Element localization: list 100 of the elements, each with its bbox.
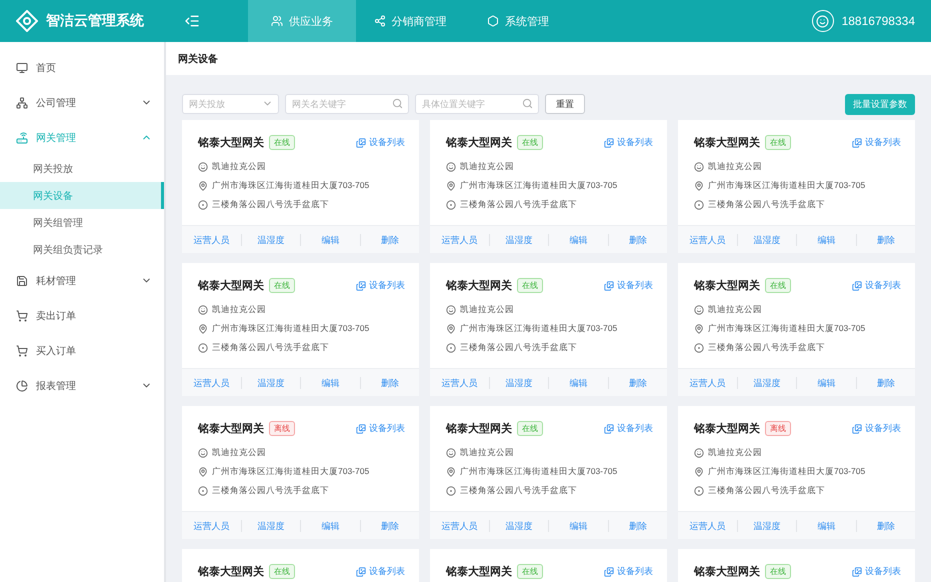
device-list-link[interactable]: 设备列表 — [356, 136, 405, 149]
image-icon — [604, 424, 614, 434]
address-text: 广州市海珠区江海街道桂田大厦703-705 — [212, 466, 370, 478]
device-list-link[interactable]: 设备列表 — [604, 565, 653, 578]
action-link[interactable]: 温湿度 — [240, 520, 300, 532]
place-text: 凯迪拉克公园 — [708, 304, 762, 316]
cart-icon — [16, 344, 28, 356]
target-icon — [694, 200, 704, 210]
face-icon — [198, 162, 208, 172]
action-link[interactable]: 编辑 — [300, 376, 360, 388]
action-link[interactable]: 温湿度 — [736, 234, 796, 246]
action-link[interactable]: 编辑 — [300, 520, 360, 532]
action-link[interactable]: 删除 — [608, 234, 667, 246]
sidebar-subitem[interactable]: 网关组管理 — [0, 209, 164, 236]
hierarchy-icon — [16, 96, 28, 108]
action-link[interactable]: 温湿度 — [240, 376, 300, 388]
action-link[interactable]: 运营人员 — [182, 234, 240, 246]
gateway-name: 铭泰大型网关 — [694, 278, 760, 293]
action-link[interactable]: 删除 — [856, 520, 915, 532]
device-list-link[interactable]: 设备列表 — [604, 279, 653, 292]
image-icon — [356, 424, 366, 434]
status-tag: 在线 — [517, 564, 543, 579]
action-link[interactable]: 运营人员 — [430, 234, 488, 246]
image-icon — [356, 280, 366, 290]
nav-tab[interactable]: 分销商管理 — [356, 0, 464, 42]
sidebar-item[interactable]: 报表管理 — [0, 368, 164, 403]
action-link[interactable]: 删除 — [608, 376, 667, 388]
action-link[interactable]: 运营人员 — [182, 376, 240, 388]
nav-tab[interactable]: 系统管理 — [464, 0, 572, 42]
image-icon — [356, 566, 366, 576]
location-pin-icon — [694, 324, 704, 334]
action-link[interactable]: 删除 — [360, 234, 419, 246]
device-list-link[interactable]: 设备列表 — [604, 422, 653, 435]
search-field[interactable]: 网关名关键字 — [285, 94, 409, 114]
address-text: 广州市海珠区江海街道桂田大厦703-705 — [212, 180, 370, 192]
sidebar-item[interactable]: 首页 — [0, 50, 164, 85]
device-list-link[interactable]: 设备列表 — [356, 565, 405, 578]
device-list-link[interactable]: 设备列表 — [852, 565, 901, 578]
reset-button[interactable]: 重置 — [545, 94, 585, 114]
action-link[interactable]: 温湿度 — [488, 234, 548, 246]
device-list-link[interactable]: 设备列表 — [852, 422, 901, 435]
device-list-link[interactable]: 设备列表 — [356, 279, 405, 292]
face-icon — [198, 304, 208, 314]
action-link[interactable]: 运营人员 — [430, 520, 488, 532]
action-link[interactable]: 删除 — [856, 376, 915, 388]
gateway-name: 铭泰大型网关 — [198, 136, 264, 150]
action-link[interactable]: 编辑 — [548, 376, 608, 388]
action-link[interactable]: 删除 — [360, 520, 419, 532]
action-link[interactable]: 编辑 — [796, 234, 856, 246]
action-link[interactable]: 编辑 — [548, 234, 608, 246]
sidebar-item[interactable]: 公司管理 — [0, 85, 164, 120]
action-link[interactable]: 编辑 — [796, 376, 856, 388]
select-field[interactable]: 网关投放 — [182, 94, 279, 114]
action-link[interactable]: 编辑 — [300, 234, 360, 246]
target-icon — [446, 486, 456, 496]
status-tag: 在线 — [269, 564, 295, 579]
device-list-link[interactable]: 设备列表 — [852, 279, 901, 292]
action-link[interactable]: 运营人员 — [430, 376, 488, 388]
action-link[interactable]: 温湿度 — [736, 376, 796, 388]
sidebar-subitem[interactable]: 网关投放 — [0, 155, 164, 182]
device-list-link[interactable]: 设备列表 — [356, 422, 405, 435]
address-text: 广州市海珠区江海街道桂田大厦703-705 — [460, 466, 618, 478]
action-link[interactable]: 温湿度 — [736, 520, 796, 532]
action-link[interactable]: 运营人员 — [678, 234, 736, 246]
sidebar-item[interactable]: 网关管理 — [0, 120, 164, 155]
place-text: 凯迪拉克公园 — [212, 446, 266, 458]
action-link[interactable]: 运营人员 — [678, 376, 736, 388]
position-text: 三楼角落公园八号洗手盆底下 — [708, 342, 825, 354]
target-icon — [446, 200, 456, 210]
image-icon — [604, 566, 614, 576]
status-tag: 在线 — [269, 135, 295, 150]
action-link[interactable]: 温湿度 — [488, 520, 548, 532]
monitor-icon — [16, 62, 28, 74]
action-link[interactable]: 编辑 — [548, 520, 608, 532]
action-link[interactable]: 运营人员 — [182, 520, 240, 532]
device-list-link[interactable]: 设备列表 — [852, 136, 901, 149]
action-link[interactable]: 删除 — [608, 520, 667, 532]
logo-icon — [16, 10, 38, 32]
sidebar-subitem[interactable]: 网关设备 — [0, 182, 164, 209]
action-link[interactable]: 删除 — [856, 234, 915, 246]
batch-settings-button[interactable]: 批量设置参数 — [845, 94, 915, 114]
sidebar-item[interactable]: 卖出订单 — [0, 298, 164, 333]
location-pin-icon — [694, 466, 704, 476]
position-text: 三楼角落公园八号洗手盆底下 — [212, 484, 329, 496]
target-icon — [198, 200, 208, 210]
action-link[interactable]: 编辑 — [796, 520, 856, 532]
action-link[interactable]: 运营人员 — [678, 520, 736, 532]
image-icon — [852, 566, 862, 576]
device-list-link[interactable]: 设备列表 — [604, 136, 653, 149]
action-link[interactable]: 温湿度 — [488, 376, 548, 388]
action-link[interactable]: 温湿度 — [240, 234, 300, 246]
sidebar-item[interactable]: 买入订单 — [0, 333, 164, 368]
search-field[interactable]: 具体位置关键字 — [415, 94, 539, 114]
sidebar-subitem[interactable]: 网关组负责记录 — [0, 236, 164, 263]
avatar-icon[interactable] — [812, 10, 834, 32]
sidebar-item[interactable]: 耗材管理 — [0, 263, 164, 298]
menu-toggle-button[interactable] — [184, 13, 200, 29]
router-icon — [16, 132, 28, 144]
action-link[interactable]: 删除 — [360, 376, 419, 388]
nav-tab[interactable]: 供应业务 — [248, 0, 356, 42]
